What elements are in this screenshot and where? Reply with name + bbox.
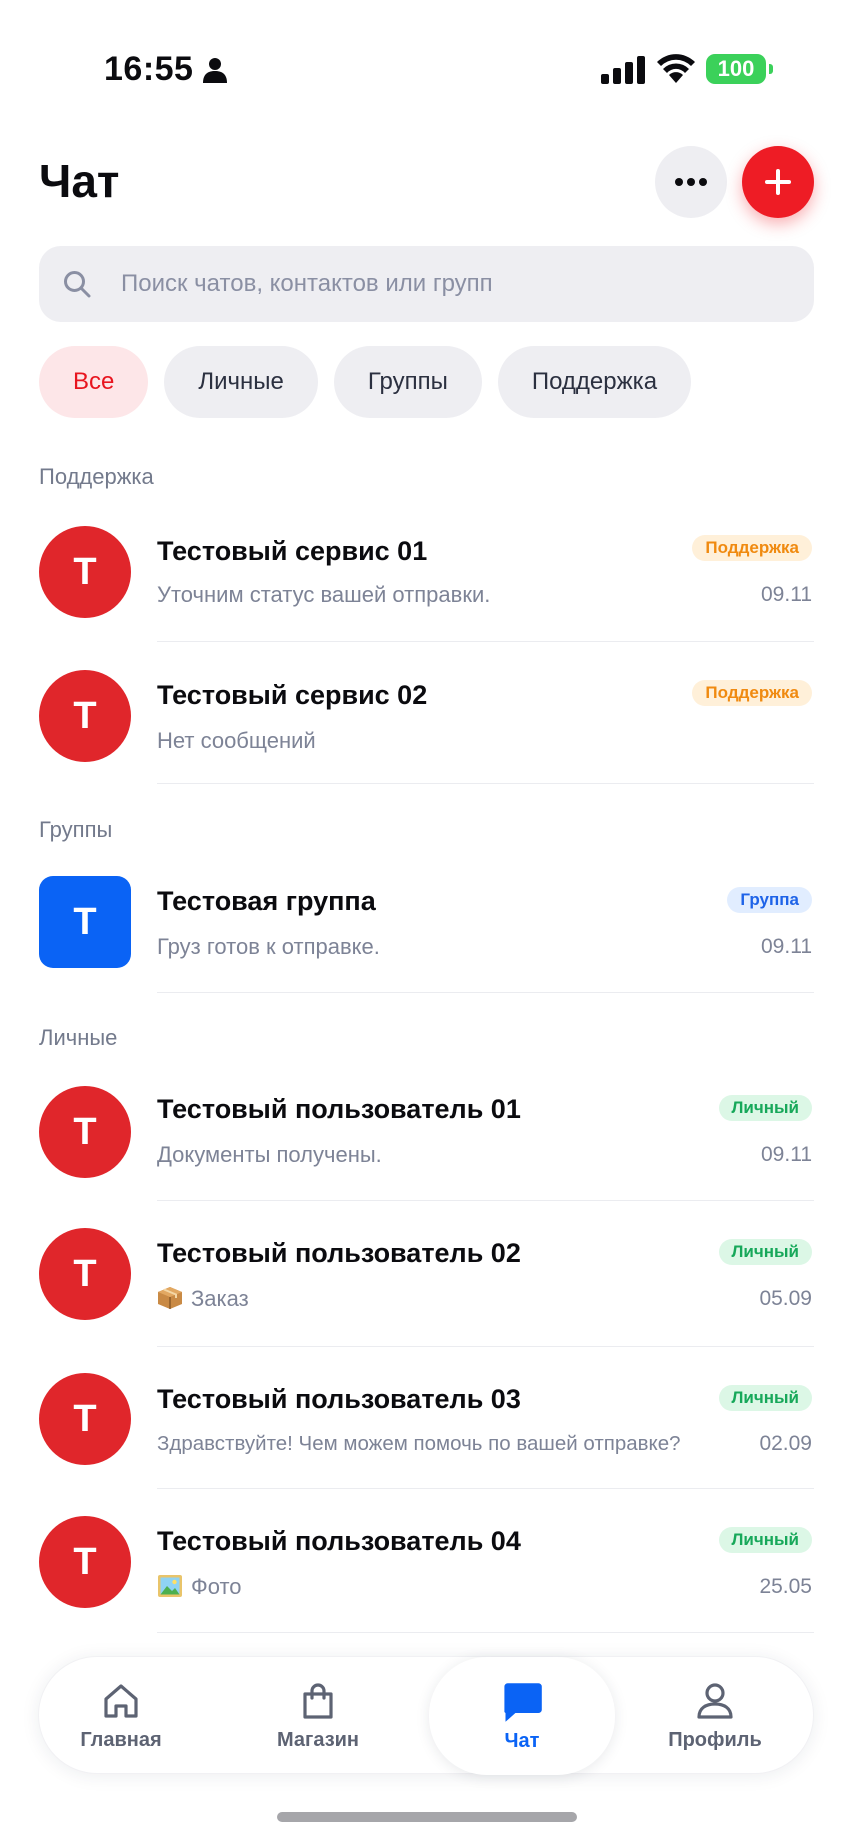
chat-last-message: Фото [191, 1574, 242, 1599]
search-icon [64, 271, 91, 298]
chat-row-service-01[interactable]: Т Тестовый сервис 01 Поддержка Уточним с… [0, 516, 853, 656]
filter-chip-personal[interactable]: Личные [164, 346, 318, 418]
bottom-navigation: Главная Магазин Чат Профиль [38, 1656, 814, 1775]
chat-last-message: Уточним статус вашей отправки. [157, 582, 491, 607]
chat-date: 09.11 [761, 1143, 812, 1166]
profile-icon [697, 1682, 733, 1719]
divider [157, 1346, 814, 1347]
chat-date: 25.05 [759, 1575, 812, 1598]
wifi-icon [657, 54, 695, 83]
search-input[interactable] [121, 246, 791, 322]
chat-bubble-icon [504, 1682, 542, 1722]
filter-chip-all[interactable]: Все [39, 346, 149, 418]
page-title: Чат [39, 155, 120, 207]
chat-row-user-04[interactable]: Т Тестовый пользователь 04 Личный Фото 2… [0, 1506, 853, 1646]
home-indicator [277, 1812, 577, 1822]
avatar: Т [39, 670, 131, 762]
chat-row-user-03[interactable]: Т Тестовый пользователь 03 Личный Здравс… [0, 1364, 853, 1504]
filter-chip-groups[interactable]: Группы [333, 346, 482, 418]
battery-level: 100 [717, 56, 755, 81]
chat-last-message: Документы получены. [157, 1142, 382, 1167]
chat-last-message-row: Фото [157, 1574, 242, 1600]
chat-row-service-02[interactable]: Т Тестовый сервис 02 Поддержка Нет сообщ… [0, 661, 853, 801]
nav-item-profile[interactable]: Профиль [635, 1657, 795, 1775]
chat-date: 05.09 [759, 1287, 812, 1310]
chat-type-badge: Личный [718, 1527, 812, 1553]
battery-indicator: 100 [706, 54, 773, 84]
status-bar: 16:55 100 [0, 0, 853, 140]
search-bar[interactable] [39, 246, 814, 322]
chat-type-badge: Поддержка [692, 535, 812, 561]
chat-type-badge: Группа [727, 887, 812, 913]
chat-name: Тестовый пользователь 01 [157, 1094, 521, 1124]
chat-name: Тестовый пользователь 02 [157, 1238, 521, 1268]
status-time: 16:55 [104, 50, 194, 88]
nav-label: Главная [80, 1728, 162, 1751]
section-header-groups: Группы [39, 817, 113, 842]
chat-last-message: Здравствуйте! Чем можем помочь по вашей … [157, 1432, 681, 1455]
nav-item-chat[interactable]: Чат [429, 1657, 615, 1775]
nav-item-home[interactable]: Главная [41, 1657, 201, 1775]
chat-type-badge: Личный [718, 1095, 812, 1121]
nav-label: Профиль [668, 1728, 762, 1751]
cellular-signal-icon [601, 56, 645, 84]
divider [157, 783, 814, 784]
divider [157, 1632, 814, 1633]
chat-date: 02.09 [759, 1432, 812, 1455]
chat-row-test-group[interactable]: Т Тестовая группа Группа Груз готов к от… [0, 866, 853, 1006]
chat-last-message: Заказ [191, 1286, 249, 1311]
chat-name: Тестовый сервис 01 [157, 536, 428, 566]
divider [157, 992, 814, 993]
divider [157, 1488, 814, 1489]
divider [157, 641, 814, 642]
section-header-support: Поддержка [39, 464, 154, 489]
home-icon [104, 1683, 138, 1718]
avatar: Т [39, 1516, 131, 1608]
chat-name: Тестовый сервис 02 [157, 680, 428, 710]
chat-last-message: Нет сообщений [157, 728, 316, 753]
package-icon [158, 1287, 182, 1309]
divider [157, 1200, 814, 1201]
avatar: Т [39, 1086, 131, 1178]
more-dots-icon [675, 178, 707, 186]
chat-last-message-row: Заказ [157, 1286, 249, 1312]
new-chat-button[interactable] [742, 146, 814, 218]
chat-type-badge: Личный [718, 1239, 812, 1265]
nav-label: Чат [504, 1729, 540, 1752]
avatar: Т [39, 1373, 131, 1465]
chat-name: Тестовый пользователь 04 [157, 1526, 521, 1556]
person-icon [203, 58, 227, 83]
avatar: Т [39, 526, 131, 618]
chat-type-badge: Личный [718, 1385, 812, 1411]
chat-last-message: Груз готов к отправке. [157, 934, 380, 959]
filter-chip-support[interactable]: Поддержка [497, 346, 692, 418]
shopping-bag-icon [303, 1682, 333, 1719]
chat-name: Тестовый пользователь 03 [157, 1384, 521, 1414]
photo-icon [158, 1575, 182, 1597]
chat-name: Тестовая группа [157, 886, 376, 916]
plus-icon [765, 169, 791, 195]
chat-row-user-02[interactable]: Т Тестовый пользователь 02 Личный Заказ … [0, 1218, 853, 1358]
avatar: Т [39, 1228, 131, 1320]
chat-row-user-01[interactable]: Т Тестовый пользователь 01 Личный Докуме… [0, 1074, 853, 1214]
chat-type-badge: Поддержка [692, 680, 812, 706]
filter-chips: Все Личные Группы Поддержка [39, 346, 692, 418]
nav-item-shop[interactable]: Магазин [238, 1657, 398, 1775]
group-avatar: Т [39, 876, 131, 968]
chat-date: 09.11 [761, 583, 812, 606]
section-header-personal: Личные [39, 1025, 118, 1050]
more-options-button[interactable] [655, 146, 727, 218]
chat-date: 09.11 [761, 935, 812, 958]
nav-label: Магазин [276, 1728, 360, 1751]
